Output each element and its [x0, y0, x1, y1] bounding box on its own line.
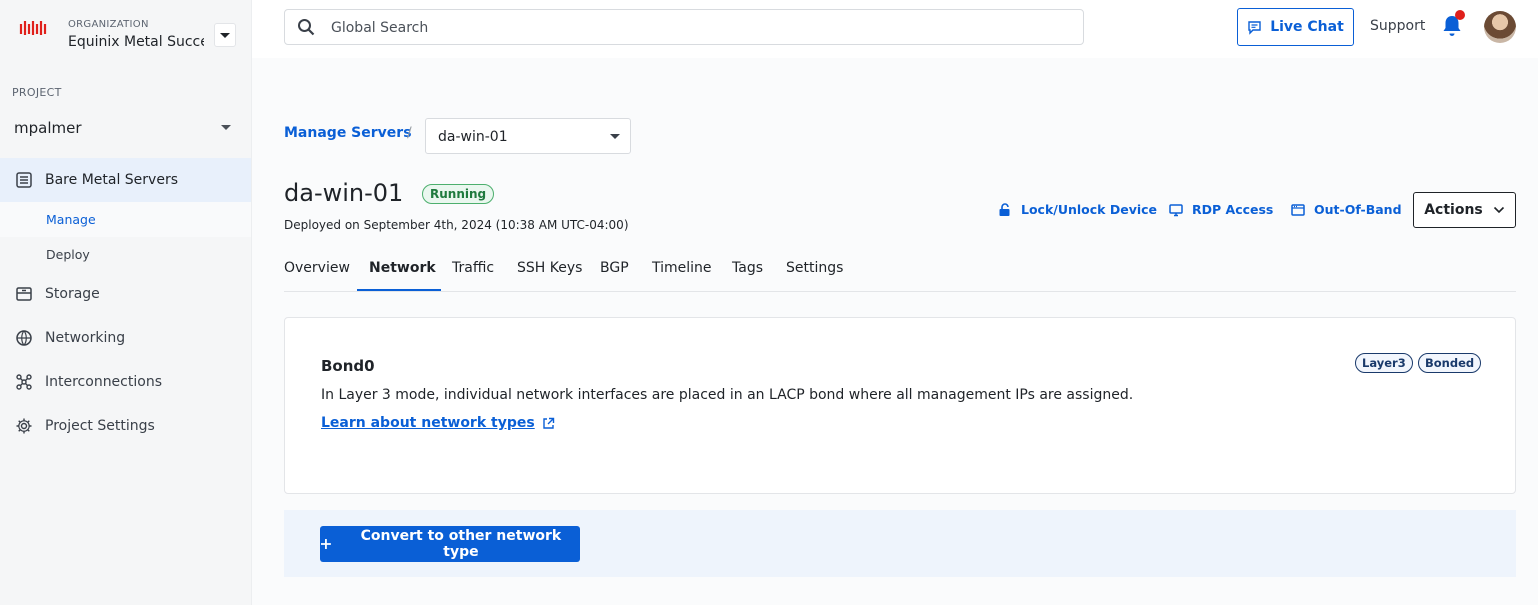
- actions-label: Actions: [1424, 202, 1483, 218]
- sidebar-subitem-label: Deploy: [46, 247, 90, 262]
- console-window-icon: [1291, 203, 1305, 216]
- learn-network-types-label: Learn about network types: [321, 415, 535, 431]
- bond-card: Bond0 Layer3 Bonded In Layer 3 mode, ind…: [284, 317, 1516, 494]
- search-icon: [298, 19, 315, 36]
- external-link-icon: [543, 417, 554, 429]
- page-title: da-win-01: [284, 179, 404, 207]
- storage-icon: [16, 287, 32, 301]
- lock-unlock-label: Lock/Unlock Device: [1021, 202, 1158, 217]
- sidebar-item-label: Interconnections: [45, 374, 162, 390]
- server-select-value: da-win-01: [438, 129, 508, 145]
- gear-icon: [16, 418, 32, 434]
- actions-button[interactable]: Actions: [1413, 192, 1516, 228]
- sidebar-item-label: Networking: [45, 330, 126, 346]
- sidebar-subitem-label: Manage: [46, 212, 96, 227]
- sidebar-item-label: Project Settings: [45, 418, 155, 434]
- breadcrumb-separator: /: [407, 125, 412, 141]
- sidebar-item-storage[interactable]: Storage: [0, 272, 251, 316]
- sidebar-item-label: Bare Metal Servers: [45, 172, 178, 188]
- notification-dot: [1455, 10, 1465, 20]
- deployed-date: Deployed on September 4th, 2024 (10:38 A…: [284, 218, 629, 232]
- chevron-down-icon: [1493, 206, 1504, 214]
- chat-icon: [1248, 20, 1261, 35]
- main-content: Manage Servers / da-win-01 da-win-01 Run…: [252, 58, 1538, 605]
- org-dropdown-button[interactable]: [214, 23, 236, 47]
- project-caption: PROJECT: [12, 86, 62, 99]
- convert-network-type-button[interactable]: Convert to other network type: [320, 526, 580, 562]
- bond-description: In Layer 3 mode, individual network inte…: [321, 387, 1134, 403]
- org-caption: ORGANIZATION: [68, 19, 149, 30]
- tab-traffic[interactable]: Traffic: [452, 260, 494, 276]
- sidebar-item-bare-metal-servers[interactable]: Bare Metal Servers: [0, 158, 251, 202]
- sidebar-subitem-manage[interactable]: Manage: [0, 202, 251, 237]
- sidebar-item-project-settings[interactable]: Project Settings: [0, 404, 251, 448]
- avatar[interactable]: [1484, 11, 1516, 43]
- status-badge: Running: [422, 184, 495, 204]
- org-switcher[interactable]: ORGANIZATION Equinix Metal Success: [0, 0, 252, 60]
- convert-button-label: Convert to other network type: [360, 528, 562, 560]
- layer3-badge: Layer3: [1355, 353, 1413, 373]
- sidebar-subitem-deploy[interactable]: Deploy: [0, 237, 251, 272]
- lock-unlock-device-link[interactable]: Lock/Unlock Device: [998, 202, 1157, 217]
- sidebar-item-label: Storage: [45, 286, 100, 302]
- interconnect-icon: [16, 374, 32, 390]
- tab-bgp[interactable]: BGP: [600, 260, 629, 276]
- active-tab-indicator: [357, 289, 441, 291]
- plus-icon: [320, 539, 331, 549]
- rdp-access-link[interactable]: RDP Access: [1169, 202, 1273, 217]
- org-name: Equinix Metal Success: [68, 34, 204, 50]
- out-of-band-link[interactable]: Out-Of-Band: [1291, 202, 1402, 217]
- bond-title: Bond0: [321, 357, 375, 375]
- tab-settings[interactable]: Settings: [786, 260, 843, 276]
- chevron-down-icon: [220, 32, 230, 38]
- sidebar: ORGANIZATION Equinix Metal Success PROJE…: [0, 0, 252, 605]
- convert-section: Convert to other network type: [284, 510, 1516, 577]
- project-dropdown-icon[interactable]: [221, 125, 231, 130]
- server-icon: [16, 172, 32, 188]
- project-name[interactable]: mpalmer: [14, 119, 82, 137]
- tab-ssh-keys[interactable]: SSH Keys: [517, 260, 582, 276]
- out-of-band-label: Out-Of-Band: [1314, 202, 1402, 217]
- live-chat-button[interactable]: Live Chat: [1237, 8, 1354, 46]
- search-input[interactable]: [331, 17, 1031, 39]
- sidebar-item-networking[interactable]: Networking: [0, 316, 251, 360]
- tab-overview[interactable]: Overview: [284, 260, 350, 276]
- breadcrumb-manage-servers[interactable]: Manage Servers: [284, 125, 412, 141]
- learn-network-types-link[interactable]: Learn about network types: [321, 415, 555, 431]
- rdp-access-label: RDP Access: [1192, 202, 1274, 217]
- server-select[interactable]: da-win-01: [425, 118, 631, 154]
- globe-icon: [16, 330, 32, 346]
- tab-timeline[interactable]: Timeline: [652, 260, 712, 276]
- bonded-badge: Bonded: [1418, 353, 1482, 373]
- live-chat-label: Live Chat: [1270, 19, 1344, 35]
- monitor-icon: [1169, 203, 1183, 216]
- tab-tags[interactable]: Tags: [732, 260, 763, 276]
- top-bar: Live Chat Support: [252, 0, 1538, 58]
- lock-icon: [999, 202, 1010, 216]
- global-search[interactable]: [284, 9, 1084, 45]
- support-link[interactable]: Support: [1370, 18, 1425, 34]
- tab-bar: Overview Network Traffic SSH Keys BGP Ti…: [284, 254, 1516, 292]
- tab-network[interactable]: Network: [369, 260, 436, 276]
- chevron-down-icon: [610, 134, 620, 139]
- equinix-logo-icon: [19, 21, 47, 35]
- sidebar-item-interconnections[interactable]: Interconnections: [0, 360, 251, 404]
